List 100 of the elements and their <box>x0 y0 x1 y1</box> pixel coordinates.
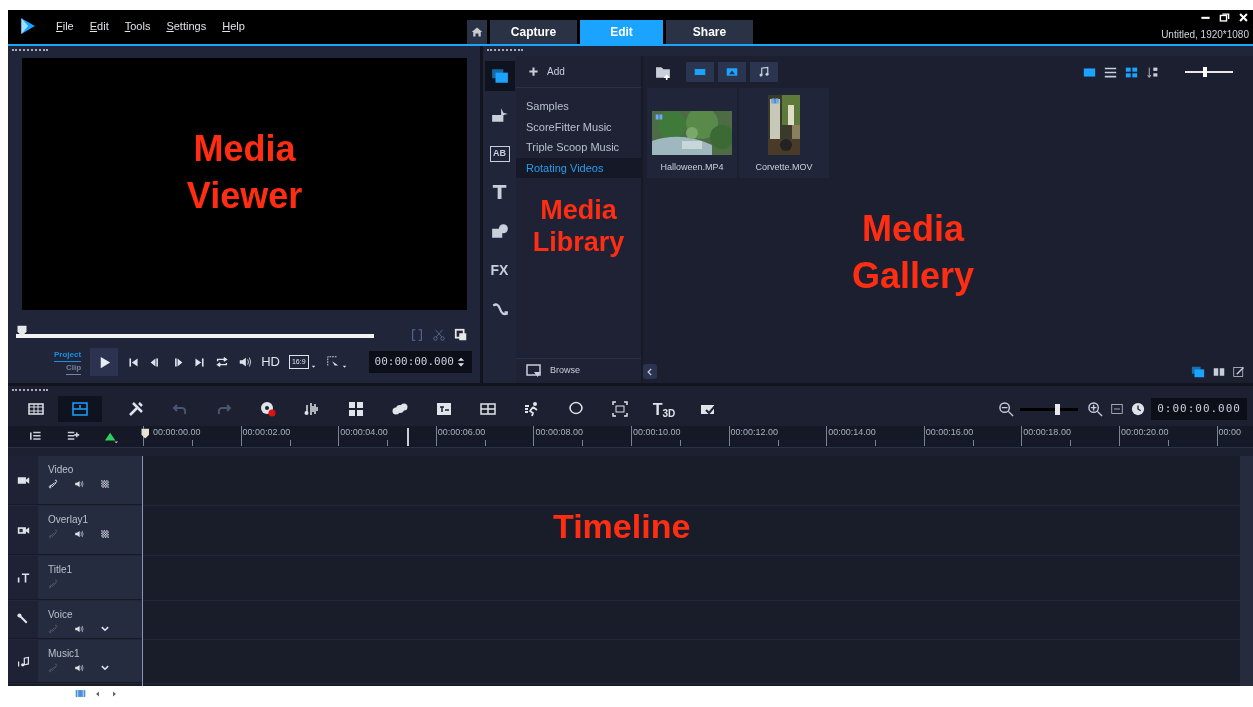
audio-filter-button[interactable] <box>750 62 778 82</box>
timeline-view-button[interactable] <box>58 396 102 422</box>
triangle-left-icon <box>94 689 102 698</box>
expand-button[interactable] <box>100 624 110 634</box>
slider-thumb[interactable] <box>1202 67 1207 77</box>
menu-item[interactable]: Tools <box>116 17 159 34</box>
timeline-zoom-button[interactable] <box>75 688 86 699</box>
library-tool-button[interactable]: T <box>484 177 515 207</box>
grid-view-button[interactable] <box>1125 65 1138 79</box>
tab[interactable]: Share <box>666 20 753 44</box>
scroll-right-button[interactable] <box>110 689 118 698</box>
lasso-icon <box>568 401 584 417</box>
mute-button[interactable] <box>74 529 84 539</box>
copy-button[interactable] <box>454 328 468 342</box>
restore-button[interactable] <box>1219 12 1230 23</box>
library-item[interactable]: ScoreFitter Music <box>516 116 641 137</box>
repeat-button[interactable] <box>215 355 230 369</box>
menu-item[interactable]: Edit <box>81 17 117 34</box>
grid-button[interactable] <box>100 529 110 539</box>
media-thumbnail[interactable]: Halloween.MP4 <box>647 88 737 178</box>
chevron-down-icon <box>100 624 110 634</box>
tab[interactable]: Capture <box>490 20 577 44</box>
add-track-button[interactable] <box>67 430 80 443</box>
list-view-button[interactable] <box>1104 65 1117 79</box>
home-tab[interactable] <box>467 20 487 44</box>
ruler-label: 00:00:02.00 <box>240 426 339 446</box>
file-name: Corvette.MOV <box>755 160 813 174</box>
add-button[interactable]: Add <box>516 56 641 88</box>
grid-icon <box>480 401 496 417</box>
scrollbar[interactable] <box>1240 456 1253 686</box>
go-to-start-button[interactable] <box>127 355 141 369</box>
collapse-button[interactable] <box>643 364 657 379</box>
volume-button[interactable] <box>238 355 253 369</box>
menu-item[interactable]: File <box>48 17 82 34</box>
mode-toggle[interactable]: Clip <box>66 362 82 375</box>
triangle-right-icon <box>110 689 118 698</box>
timeline-icon <box>72 401 88 417</box>
video-clip-icon <box>654 112 664 121</box>
thumbnail-view-button[interactable] <box>1083 65 1096 79</box>
annotation-label: Timeline <box>553 506 691 547</box>
crop-select-button[interactable] <box>325 355 340 369</box>
add-list-icon <box>67 430 80 443</box>
library-tool-button[interactable]: FX <box>484 255 515 285</box>
zoom-out-button[interactable] <box>999 401 1015 417</box>
expand-button[interactable] <box>100 663 110 673</box>
photo-filter-button[interactable] <box>718 62 746 82</box>
library-tool-button[interactable]: AB <box>489 146 510 162</box>
annotation-label: Media Viewer <box>185 127 304 218</box>
hd-button[interactable]: HD <box>261 352 280 372</box>
play-button[interactable] <box>90 348 119 376</box>
library-item[interactable]: Triple Scoop Music <box>516 137 641 158</box>
media-button[interactable] <box>484 61 515 91</box>
edit-button[interactable] <box>1233 365 1245 378</box>
mark-in-out-button[interactable] <box>410 328 424 342</box>
playhead-handle[interactable] <box>140 427 152 441</box>
mute-button[interactable] <box>74 663 84 673</box>
mute-button[interactable] <box>74 624 84 634</box>
go-to-end-button[interactable] <box>193 355 207 369</box>
close-button[interactable] <box>1238 12 1249 23</box>
mute-button[interactable] <box>74 479 84 489</box>
columns-icon <box>1213 365 1225 378</box>
browse-icon <box>526 363 542 379</box>
grid-icon <box>1125 65 1138 79</box>
media-thumbnail[interactable]: Corvette.MOV <box>739 88 829 178</box>
grid-button[interactable] <box>100 479 110 489</box>
menu-item[interactable]: Help <box>214 17 253 34</box>
scroll-left-button[interactable] <box>94 689 102 698</box>
browse-button[interactable]: Browse <box>516 358 641 383</box>
track-name: Video <box>48 463 75 477</box>
duration-button[interactable] <box>1131 402 1146 416</box>
split-clip-button[interactable] <box>432 328 446 342</box>
speaker-icon <box>74 529 84 539</box>
video-filter-button[interactable] <box>686 62 714 82</box>
checkerboard-icon <box>100 479 110 489</box>
zoom-in-icon <box>1088 401 1104 417</box>
film-icon <box>694 66 706 78</box>
library-item[interactable]: Rotating Videos <box>516 157 641 178</box>
list-icon <box>30 430 43 443</box>
timecode-field[interactable]: 0:00:00.000 <box>1151 397 1247 421</box>
slider-thumb[interactable] <box>1054 403 1060 415</box>
ruler-label: 00:00:08.00 <box>533 426 631 446</box>
split-view-button[interactable] <box>1213 365 1225 378</box>
position-marker <box>407 428 409 446</box>
track-name: Music1 <box>48 647 81 661</box>
library-item[interactable]: Samples <box>516 96 641 117</box>
microphone-icon <box>16 613 30 626</box>
audio-wave-icon <box>304 401 320 417</box>
storyboard-icon <box>28 401 44 417</box>
fit-to-window-button[interactable] <box>1111 403 1124 415</box>
track-manager-button[interactable] <box>30 430 43 443</box>
zoom-in-button[interactable] <box>1088 401 1104 417</box>
menu-item[interactable]: Settings <box>158 17 215 34</box>
link-icon <box>48 579 58 589</box>
track-name: Title1 <box>48 563 73 577</box>
scissors-icon <box>432 328 446 342</box>
sort-button[interactable] <box>1146 65 1159 79</box>
gallery-view-button[interactable] <box>1191 364 1205 379</box>
spinner-button[interactable] <box>456 357 466 367</box>
ruler-label: 00:00:14.00 <box>826 426 924 446</box>
mode-toggle[interactable]: Project <box>54 349 82 362</box>
